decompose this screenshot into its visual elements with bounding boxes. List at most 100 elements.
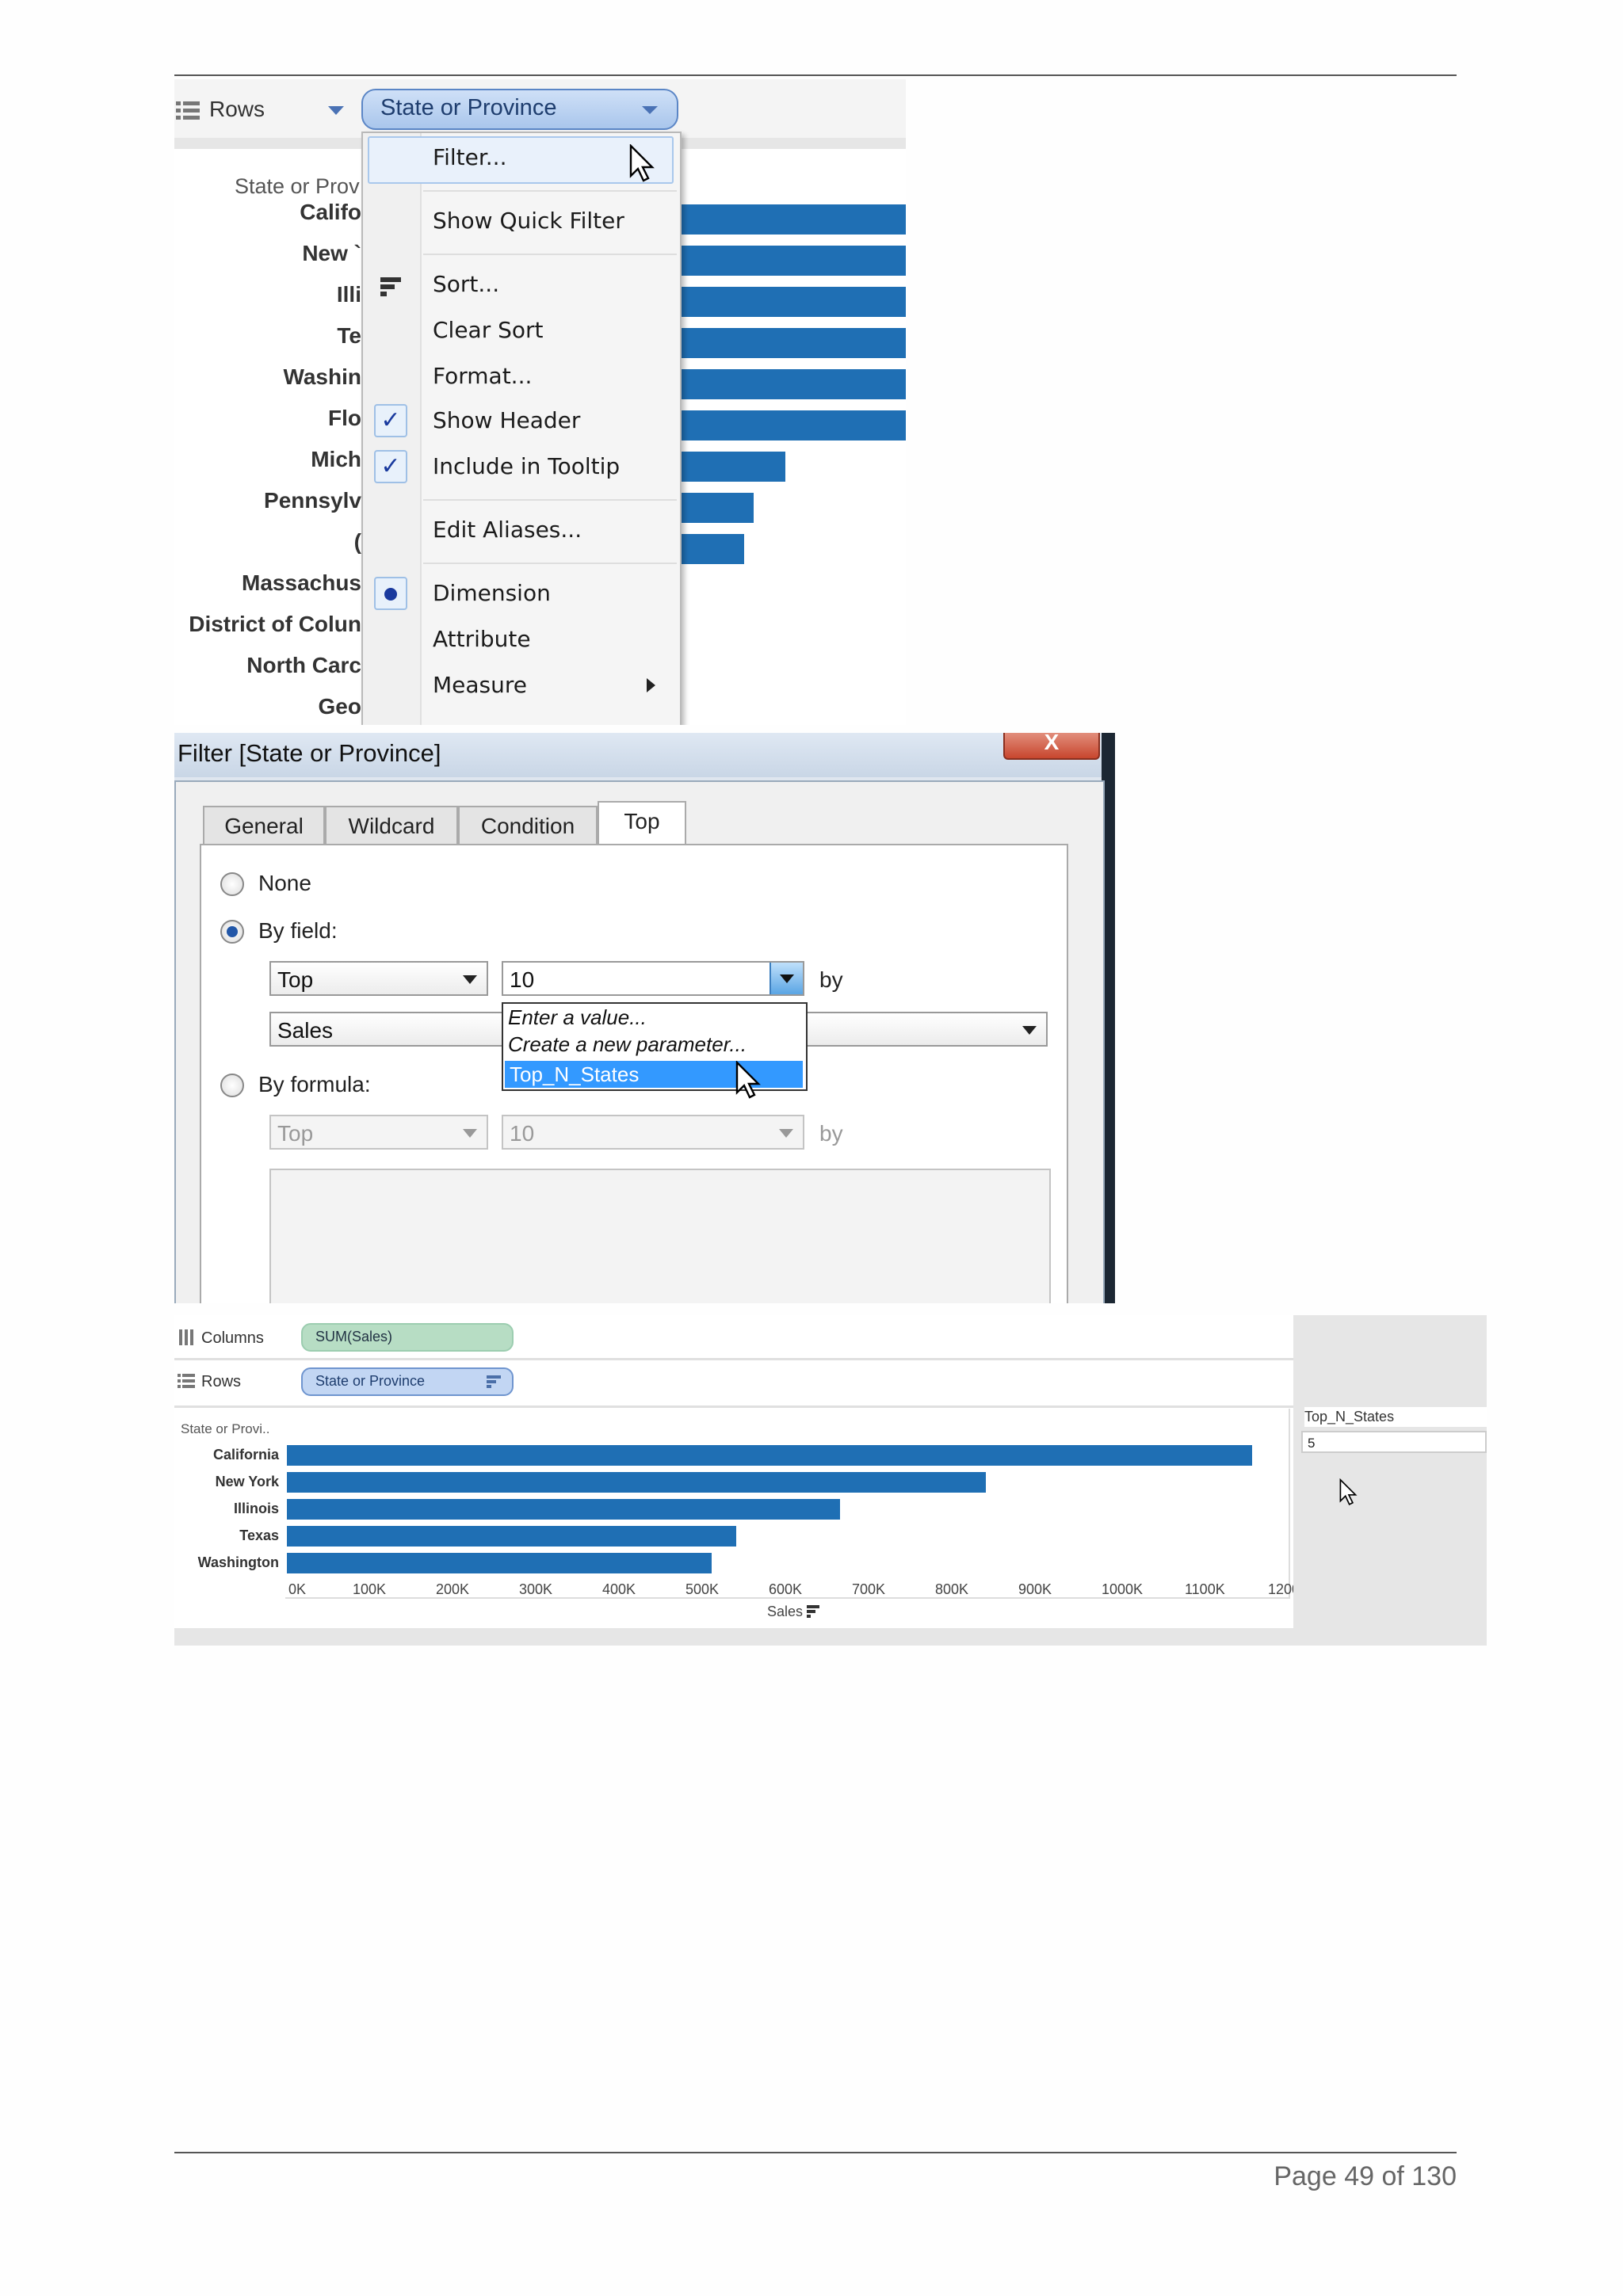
submenu-arrow-icon (647, 678, 655, 692)
state-label: Flo (328, 406, 361, 430)
parameter-input[interactable]: 5 (1301, 1431, 1487, 1453)
chevron-down-icon[interactable] (642, 106, 658, 114)
menu-item-format[interactable]: Format... (433, 363, 532, 389)
state-labels: Califo New ` Illi Te Washin Flo Mich Pen… (174, 200, 361, 723)
menu-item-filter[interactable]: Filter... (433, 144, 506, 170)
rows-label: Rows (209, 97, 265, 121)
tab-top[interactable]: Top (598, 801, 686, 847)
formula-count-select: 10 (502, 1115, 804, 1150)
state-label: Mich (311, 447, 361, 471)
x-tick-label: 800K (935, 1581, 969, 1597)
x-axis-label: Sales (767, 1604, 804, 1619)
state-label: Washin (283, 364, 361, 389)
sort-icon (807, 1605, 820, 1618)
x-tick-label: 1000K (1102, 1581, 1144, 1597)
sort-icon (380, 277, 403, 300)
header-rule (174, 74, 1457, 76)
option-create-parameter[interactable]: Create a new parameter... (508, 1032, 747, 1057)
tab-general[interactable]: General (203, 806, 325, 845)
field-select-value: Sales (277, 1018, 334, 1043)
dropdown-button[interactable] (769, 963, 803, 994)
state-header: State or Prov (235, 174, 360, 198)
x-axis-ticks: 0K 100K 200K 300K 400K 500K 600K 700K 800K 900K 10… (174, 1315, 1309, 1646)
formula-textarea (269, 1169, 1051, 1303)
screenshot-filter-dialog: Filter [State or Province] X General Wil… (174, 733, 1115, 1303)
screenshot-context-menu: Rows State or Province State or Prov Cal… (174, 79, 906, 725)
x-tick-label: 300K (519, 1581, 553, 1597)
by-field-label: By field: (258, 918, 338, 943)
radio-none[interactable] (220, 872, 244, 896)
formula-by-label: by (819, 1121, 843, 1146)
rows-dropdown-icon[interactable] (328, 106, 344, 115)
menu-item-measure[interactable]: Measure (433, 672, 527, 698)
none-label: None (258, 871, 311, 895)
top-bottom-select[interactable]: Top (269, 961, 488, 996)
bar (678, 452, 785, 482)
footer-rule (174, 2152, 1457, 2153)
x-tick-label: 500K (685, 1581, 720, 1597)
mouse-pointer-icon (629, 144, 655, 182)
state-label: Massachus (242, 570, 361, 595)
by-formula-label: By formula: (258, 1072, 371, 1097)
tab-wildcard[interactable]: Wildcard (325, 806, 458, 845)
x-tick-label: 100K (353, 1581, 387, 1597)
x-tick-label: 1100K (1185, 1581, 1225, 1597)
state-label: Califo (300, 200, 361, 224)
context-menu: Filter... Show Quick Filter Sort... Clea… (361, 132, 682, 725)
bar (678, 410, 906, 441)
menu-item-include-tooltip[interactable]: Include in Tooltip (433, 453, 620, 479)
state-label: Te (337, 323, 361, 348)
bar (678, 493, 754, 523)
parameter-panel: Top_N_States 5 (1293, 1315, 1487, 1646)
pill-label: State or Province (380, 95, 557, 120)
mouse-pointer-icon (735, 1061, 761, 1099)
bar (678, 246, 906, 276)
x-axis-title: Sales (767, 1604, 821, 1620)
close-button[interactable]: X (1003, 733, 1100, 760)
chevron-down-icon (463, 975, 477, 984)
formula-top-select: Top (269, 1115, 488, 1150)
menu-item-attribute[interactable]: Attribute (433, 626, 531, 652)
dialog-title: Filter [State or Province] (178, 739, 441, 767)
chevron-down-icon (1022, 1026, 1037, 1035)
state-label: District of Colun (189, 612, 361, 636)
menu-separator (423, 563, 677, 564)
menu-item-edit-aliases[interactable]: Edit Aliases... (433, 517, 582, 543)
menu-item-dimension[interactable]: Dimension (433, 580, 551, 606)
screenshot-top-n-chart: Columns SUM(Sales) Rows State or Provinc… (174, 1315, 1487, 1646)
count-select-value: 10 (510, 967, 535, 992)
menu-separator (423, 499, 677, 501)
mouse-pointer-icon (1339, 1478, 1358, 1505)
formula-top-value: Top (277, 1121, 314, 1146)
option-enter-value[interactable]: Enter a value... (508, 1005, 647, 1030)
state-province-pill[interactable]: State or Province (361, 89, 678, 130)
tab-condition[interactable]: Condition (458, 806, 598, 845)
menu-item-clear-sort[interactable]: Clear Sort (433, 317, 544, 343)
x-tick-label: 400K (602, 1581, 636, 1597)
chevron-down-icon (463, 1129, 477, 1138)
filter-item-highlight[interactable] (368, 136, 674, 184)
radio-by-field[interactable] (220, 920, 244, 944)
menu-item-show-header[interactable]: Show Header (433, 407, 580, 433)
x-tick-label: 900K (1018, 1581, 1052, 1597)
page-number: Page 49 of 130 (1274, 2161, 1457, 2191)
menu-item-sort[interactable]: Sort... (433, 271, 499, 297)
state-label: New ` (302, 241, 361, 265)
count-select[interactable]: 10 (502, 961, 804, 996)
bar (678, 287, 906, 317)
bars-area (678, 204, 906, 601)
state-label: Illi (336, 282, 361, 307)
bar (678, 534, 744, 564)
radio-dot-icon (374, 577, 407, 610)
x-tick-label: 600K (769, 1581, 803, 1597)
by-label: by (819, 967, 843, 992)
menu-item-show-quick-filter[interactable]: Show Quick Filter (433, 208, 624, 234)
x-tick-label: 200K (436, 1581, 470, 1597)
bar (678, 204, 906, 235)
radio-by-formula[interactable] (220, 1074, 244, 1097)
dialog-titlebar: Filter [State or Province] X (174, 733, 1115, 777)
x-tick-label: 0K (288, 1581, 307, 1597)
menu-separator (423, 190, 677, 192)
formula-count-value: 10 (510, 1121, 535, 1146)
rows-icon (176, 101, 200, 120)
